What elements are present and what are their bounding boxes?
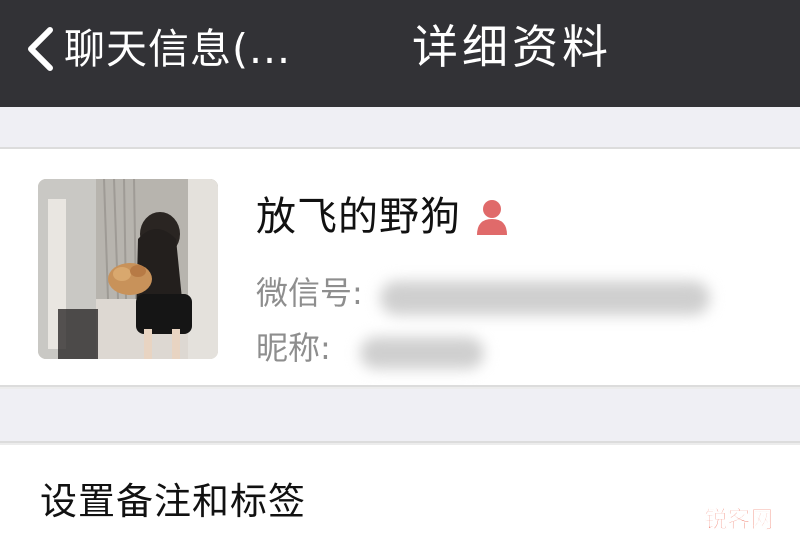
svg-text:锐客网: 锐客网 — [705, 506, 774, 533]
contact-detail-screen: 聊天信息(... 详细资料 放飞的野狗 微信号: 昵称: 设置备注和标签 锐客网 — [0, 0, 800, 550]
watermark-logo: 锐客网 — [698, 500, 780, 536]
wechat-id-blurred-value — [380, 281, 710, 315]
back-button[interactable]: 聊天信息(... — [22, 18, 291, 80]
nickname: 放飞的野狗 — [256, 194, 461, 240]
female-user-icon — [473, 197, 511, 237]
nickname-label: 昵称: — [256, 329, 331, 367]
nickname-blurred-value — [360, 337, 484, 369]
section-gap — [0, 389, 800, 443]
wechat-id-label: 微信号: — [256, 274, 363, 312]
profile-card: 放飞的野狗 微信号: 昵称: — [0, 149, 800, 387]
section-gap — [0, 107, 800, 149]
chevron-left-icon — [22, 24, 58, 74]
top-navigation-bar: 聊天信息(... 详细资料 — [0, 0, 800, 107]
set-remark-and-tags-row[interactable]: 设置备注和标签 — [0, 445, 800, 550]
set-remark-and-tags-label: 设置备注和标签 — [40, 480, 306, 523]
back-label: 聊天信息(... — [64, 24, 292, 73]
page-title: 详细资料 — [412, 20, 612, 74]
avatar[interactable] — [38, 179, 218, 359]
name-row: 放飞的野狗 — [256, 197, 511, 237]
wechat-id-row: 微信号: — [256, 277, 363, 309]
nickname-row: 昵称: — [256, 332, 331, 364]
